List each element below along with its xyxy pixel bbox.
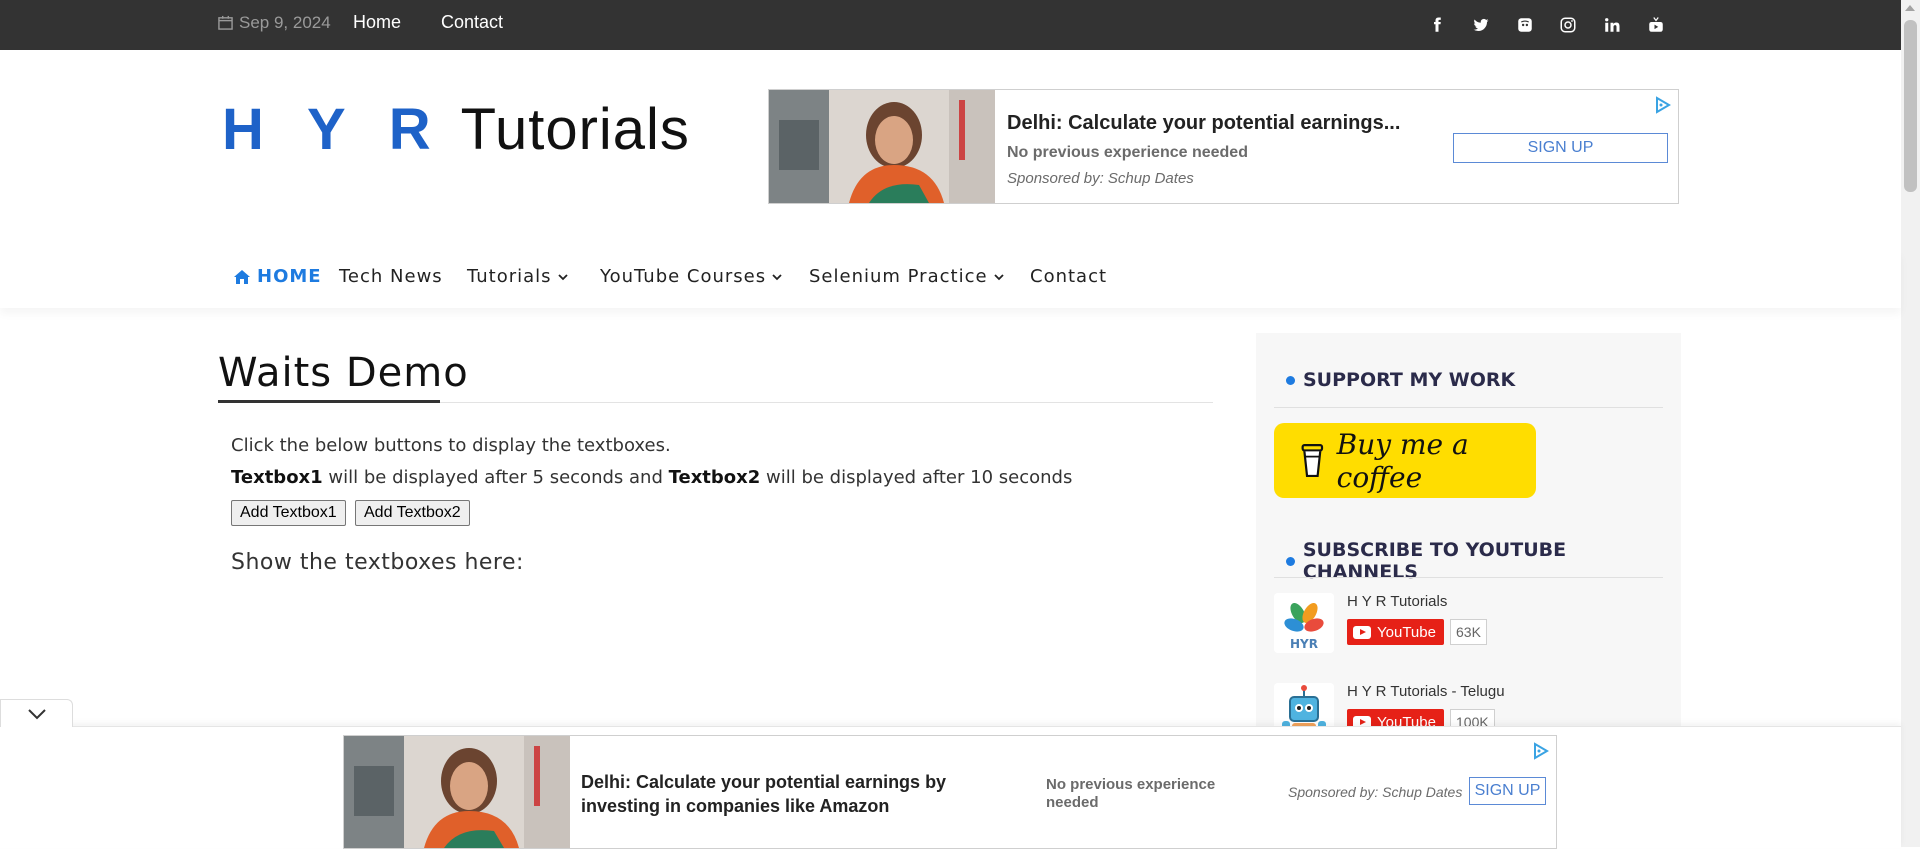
nav-youtube-courses-label: YouTube Courses — [600, 266, 767, 287]
adchoices-icon[interactable] — [1532, 742, 1550, 760]
textbox1-label: Textbox1 — [231, 467, 323, 488]
youtube-subscribe-button[interactable]: YouTube — [1347, 619, 1444, 645]
support-heading-label: SUPPORT MY WORK — [1303, 369, 1516, 391]
sidebar: SUPPORT MY WORK Buy me a coffee SUBSCRIB… — [1256, 333, 1681, 743]
chevron-down-icon — [772, 273, 782, 280]
ad-subtitle: No previous experience needed — [1007, 144, 1248, 161]
ad-signup-button[interactable]: SIGN UP — [1469, 777, 1546, 805]
nav-tech-news[interactable]: Tech News — [339, 266, 443, 287]
home-icon — [234, 269, 250, 284]
discord-icon[interactable] — [1514, 14, 1536, 36]
nav-contact-label: Contact — [1030, 266, 1108, 287]
add-textbox2-button[interactable]: Add Textbox2 — [355, 500, 470, 526]
calendar-icon — [218, 15, 233, 30]
bullet-dot — [1286, 556, 1295, 566]
linkedin-icon[interactable] — [1601, 14, 1623, 36]
instructions-text: Textbox1 will be displayed after 5 secon… — [231, 467, 1072, 488]
instructions-end: will be displayed after 10 seconds — [760, 467, 1073, 488]
title-underline — [218, 400, 440, 403]
support-divider — [1274, 407, 1663, 408]
nav-youtube-courses[interactable]: YouTube Courses — [600, 266, 782, 287]
coffee-label: Buy me a coffee — [1336, 427, 1469, 494]
top-bar: Sep 9, 2024 Home Contact — [0, 0, 1901, 50]
page-scrollbar[interactable] — [1901, 0, 1920, 847]
instructions-mid: will be displayed after 5 seconds and — [322, 467, 669, 488]
ad-image — [769, 90, 995, 203]
hyr-channel-avatar[interactable]: HYR — [1274, 593, 1334, 653]
nav-tutorials-label: Tutorials — [467, 266, 552, 287]
scroll-up-arrow-icon[interactable] — [1905, 5, 1915, 11]
chevron-down-icon — [27, 708, 46, 719]
youtube-button-label: YouTube — [1377, 623, 1436, 641]
youtube-icon[interactable] — [1645, 14, 1667, 36]
textbox2-label: Textbox2 — [668, 467, 761, 488]
nav-selenium-practice[interactable]: Selenium Practice — [809, 266, 1004, 287]
collapse-ad-toggle[interactable] — [0, 699, 73, 727]
logo-hyr: H Y R — [222, 97, 445, 162]
main-navigation: HOME Tech News Tutorials YouTube Courses… — [0, 250, 1901, 308]
subscribe-divider — [1274, 577, 1663, 578]
instagram-icon[interactable] — [1557, 14, 1579, 36]
top-advertisement[interactable]: Delhi: Calculate your potential earnings… — [768, 89, 1679, 204]
top-link-contact[interactable]: Contact — [441, 12, 503, 33]
buy-me-a-coffee-button[interactable]: Buy me a coffee — [1274, 423, 1536, 498]
ad-signup-button[interactable]: SIGN UP — [1453, 133, 1668, 163]
nav-home[interactable]: HOME — [233, 266, 322, 287]
nav-tech-news-label: Tech News — [339, 266, 443, 287]
bullet-dot — [1286, 375, 1295, 385]
textboxes-heading: Show the textboxes here: — [231, 550, 524, 575]
channel-name[interactable]: H Y R Tutorials — [1347, 593, 1447, 610]
chevron-down-icon — [557, 273, 568, 280]
page-title: Waits Demo — [218, 350, 469, 396]
add-textbox1-button[interactable]: Add Textbox1 — [231, 500, 346, 526]
nav-contact[interactable]: Contact — [1030, 266, 1107, 287]
site-logo[interactable]: H Y R Tutorials — [222, 96, 690, 163]
nav-selenium-practice-label: Selenium Practice — [809, 266, 988, 287]
chevron-down-icon — [993, 273, 1004, 280]
ad-title[interactable]: Delhi: Calculate your potential earnings… — [1007, 112, 1400, 135]
scrollbar-thumb[interactable] — [1904, 20, 1917, 192]
ad-sponsor: Sponsored by: Schup Dates — [1288, 784, 1463, 800]
ad-image — [344, 736, 570, 848]
intro-text: Click the below buttons to display the t… — [231, 435, 671, 456]
youtube-logo-icon — [1353, 625, 1371, 639]
svg-text:HYR: HYR — [1290, 637, 1318, 651]
ad-title[interactable]: Delhi: Calculate your potential earnings… — [581, 770, 1011, 818]
current-date: Sep 9, 2024 — [239, 13, 331, 32]
ad-subtitle: No previous experience needed — [1046, 776, 1216, 811]
facebook-icon[interactable] — [1426, 14, 1448, 36]
subscriber-count: 63K — [1450, 619, 1487, 645]
nav-tutorials[interactable]: Tutorials — [467, 266, 568, 287]
ad-sponsor: Sponsored by: Schup Dates — [1007, 170, 1194, 187]
coffee-cup-icon — [1301, 443, 1324, 477]
nav-home-label: HOME — [257, 266, 322, 287]
channel-name[interactable]: H Y R Tutorials - Telugu — [1347, 683, 1505, 700]
logo-tutorials: Tutorials — [460, 97, 690, 162]
top-link-home[interactable]: Home — [353, 12, 401, 33]
bottom-advertisement[interactable]: Delhi: Calculate your potential earnings… — [343, 735, 1557, 849]
adchoices-icon[interactable] — [1654, 96, 1672, 114]
twitter-icon[interactable] — [1470, 14, 1492, 36]
support-heading: SUPPORT MY WORK — [1286, 369, 1515, 391]
